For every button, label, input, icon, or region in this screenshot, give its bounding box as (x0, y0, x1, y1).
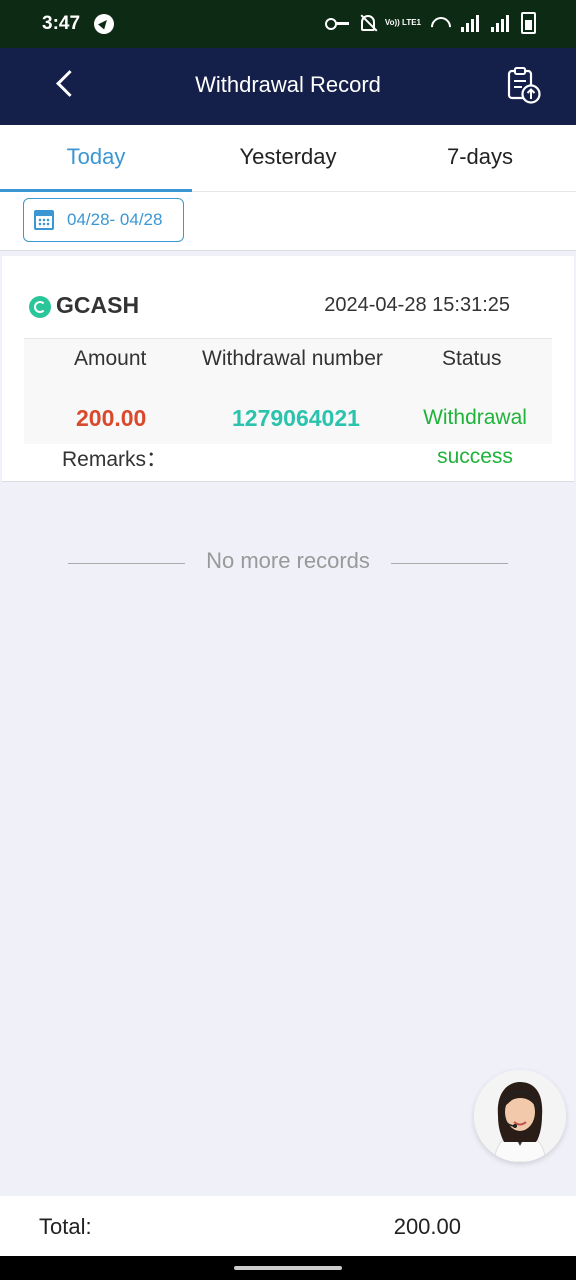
no-more-records: No more records (206, 548, 370, 573)
date-tabs: Today Yesterday 7-days (0, 125, 576, 192)
status-time: 3:47 (42, 13, 81, 34)
withdrawal-number-value: 1279064021 (232, 405, 360, 431)
volte-icon: Vo)) LTE1 (384, 18, 421, 27)
payment-method: GCASH (56, 292, 140, 318)
signal-icon (461, 14, 481, 32)
navigation-icon (94, 14, 114, 34)
total-footer: Total: 200.00 (0, 1196, 576, 1256)
withdrawal-number-header: Withdrawal number (202, 347, 383, 370)
system-nav-bar (0, 1256, 576, 1280)
vpn-key-icon (324, 17, 349, 30)
date-range-button[interactable]: 04/28- 04/28 (23, 198, 184, 242)
gcash-logo-icon (29, 296, 51, 318)
record-details: Amount Withdrawal number Status 200.00 1… (24, 338, 552, 468)
customer-service-avatar[interactable] (474, 1070, 566, 1162)
wifi-icon (431, 15, 451, 31)
amount-header: Amount (74, 347, 147, 370)
clipboard-upload-icon[interactable] (505, 66, 543, 106)
tab-yesterday[interactable]: Yesterday (192, 125, 384, 191)
app-header: Withdrawal Record (0, 48, 576, 125)
total-label: Total: (39, 1214, 92, 1239)
status-line-2: success (437, 445, 513, 468)
withdrawal-record-card[interactable]: GCASH 2024-04-28 15:31:25 Amount Withdra… (2, 256, 574, 482)
status-header: Status (442, 347, 502, 370)
calendar-icon (34, 210, 54, 230)
tab-today[interactable]: Today (0, 125, 192, 192)
filter-bar: 04/28- 04/28 (0, 192, 576, 251)
page-title: Withdrawal Record (195, 72, 381, 97)
status-value: Withdrawal success (402, 398, 548, 476)
date-range-text: 04/28- 04/28 (67, 210, 163, 229)
bell-muted-icon (359, 14, 375, 32)
remarks-label: Remarks： (62, 448, 168, 471)
amount-value: 200.00 (76, 405, 147, 431)
tab-7-days[interactable]: 7-days (384, 125, 576, 191)
battery-icon (521, 12, 536, 34)
status-bar: 3:47 Vo)) LTE1 (0, 0, 576, 48)
record-datetime: 2024-04-28 15:31:25 (324, 294, 510, 316)
divider-right (391, 563, 508, 564)
home-handle[interactable] (234, 1266, 342, 1270)
total-value: 200.00 (393, 1214, 461, 1239)
status-line-1: Withdrawal (423, 406, 527, 429)
signal-icon-2 (491, 14, 511, 32)
